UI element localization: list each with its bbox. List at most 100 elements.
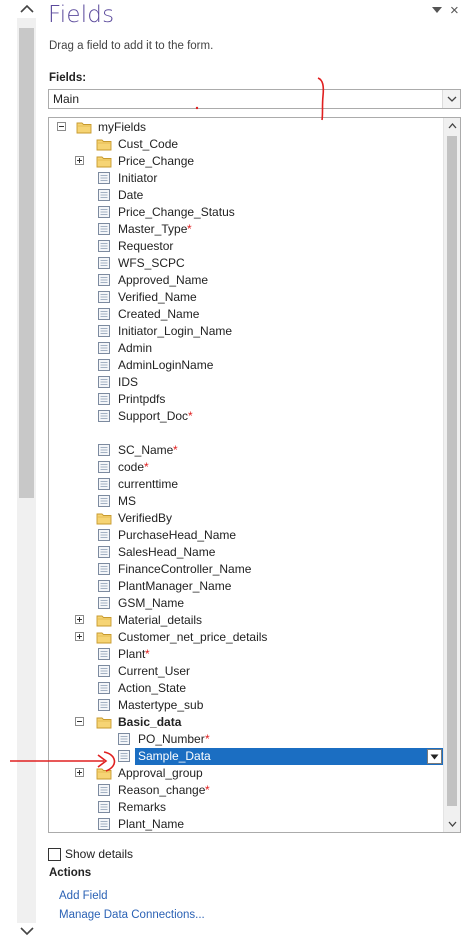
collapse-icon[interactable] xyxy=(57,122,66,131)
tree-node-myfields[interactable]: myFields xyxy=(49,119,444,136)
field-icon xyxy=(96,647,112,661)
tree-node-label: Material_details xyxy=(118,613,203,627)
tree-node-master-type[interactable]: Master_Type * xyxy=(49,221,444,238)
expand-icon[interactable] xyxy=(75,632,84,641)
tree-node-basic-data[interactable]: Basic_data xyxy=(49,714,444,731)
tree-node-label: Sample_Data xyxy=(138,749,211,763)
field-icon xyxy=(96,800,112,814)
tree-node-label: PO_Number xyxy=(138,732,205,746)
tree-node-financecontroller-name[interactable]: FinanceController_Name xyxy=(49,561,444,578)
tree-node-label: Admin xyxy=(118,341,153,355)
tree-scrollbar[interactable] xyxy=(443,118,460,832)
tree-node-action-state[interactable]: Action_State xyxy=(49,680,444,697)
data-source-select[interactable]: Main xyxy=(48,89,461,109)
expand-icon[interactable] xyxy=(75,156,84,165)
fields-task-pane: Fields × Drag a field to add it to the f… xyxy=(38,0,474,943)
tree-node-adminloginname[interactable]: AdminLoginName xyxy=(49,357,444,374)
tree-node-label: Price_Change_Status xyxy=(118,205,235,219)
folder-icon xyxy=(96,511,112,525)
tree-node-label: Approval_group xyxy=(118,766,203,780)
tree-scroll-down-icon[interactable] xyxy=(444,816,460,832)
tree-node-gsm-name[interactable]: GSM_Name xyxy=(49,595,444,612)
expand-icon[interactable] xyxy=(75,615,84,624)
tree-node-price-change-status[interactable]: Price_Change_Status xyxy=(49,204,444,221)
field-icon xyxy=(96,494,112,508)
tree-node-reason-change[interactable]: Reason_change * xyxy=(49,782,444,799)
outer-scrollbar-thumb[interactable] xyxy=(19,28,34,498)
tree-node-requestor[interactable]: Requestor xyxy=(49,238,444,255)
tree-node-ms[interactable]: MS xyxy=(49,493,444,510)
field-icon xyxy=(96,290,112,304)
tree-node-date[interactable]: Date xyxy=(49,187,444,204)
tree-node-purchasehead-name[interactable]: PurchaseHead_Name xyxy=(49,527,444,544)
field-icon xyxy=(96,324,112,338)
tree-node-printpdfs[interactable]: Printpdfs xyxy=(49,391,444,408)
tree-node-ids[interactable]: IDS xyxy=(49,374,444,391)
tree-node-currenttime[interactable]: currenttime xyxy=(49,476,444,493)
tree-node-material-details[interactable]: Material_details xyxy=(49,612,444,629)
tree-node-plant[interactable]: Plant * xyxy=(49,646,444,663)
tree-node-customer-net-price-details[interactable]: Customer_net_price_details xyxy=(49,629,444,646)
tree-node-label: Requestor xyxy=(118,239,174,253)
tree-scrollbar-thumb[interactable] xyxy=(447,136,457,806)
tree-node-label: Initiator_Login_Name xyxy=(118,324,233,338)
required-asterisk: * xyxy=(187,222,192,236)
tree-node-label: Plant_Name xyxy=(118,817,185,831)
chevron-down-icon[interactable] xyxy=(442,90,460,108)
field-icon xyxy=(96,783,112,797)
tree-node-label: GSM_Name xyxy=(118,596,185,610)
tree-node-current-user[interactable]: Current_User xyxy=(49,663,444,680)
tree-node-mastertype-sub[interactable]: Mastertype_sub xyxy=(49,697,444,714)
required-asterisk: * xyxy=(145,647,150,661)
tree-node-initiator-login-name[interactable]: Initiator_Login_Name xyxy=(49,323,444,340)
tree-node-verifiedby[interactable]: VerifiedBy xyxy=(49,510,444,527)
field-menu-dropdown-icon[interactable] xyxy=(427,749,442,764)
tree-node-code[interactable]: code * xyxy=(49,459,444,476)
tree-node-label: PlantManager_Name xyxy=(118,579,232,593)
tree-node-saleshead-name[interactable]: SalesHead_Name xyxy=(49,544,444,561)
field-icon xyxy=(96,256,112,270)
tree-node-label: code xyxy=(118,460,145,474)
manage-data-connections-link[interactable]: Manage Data Connections... xyxy=(59,909,205,921)
required-asterisk: * xyxy=(144,460,149,474)
annotation-bracket-mark xyxy=(317,77,325,121)
tree-node-remarks[interactable]: Remarks xyxy=(49,799,444,816)
tree-node-label: Customer_net_price_details xyxy=(118,630,268,644)
required-asterisk: * xyxy=(205,783,210,797)
pane-options-arrow-icon[interactable] xyxy=(431,6,443,14)
show-details-checkbox[interactable]: Show details xyxy=(48,846,133,862)
tree-node-sc-name[interactable]: SC_Name * xyxy=(49,442,444,459)
tree-node-plantmanager-name[interactable]: PlantManager_Name xyxy=(49,578,444,595)
tree-node-label: Price_Change xyxy=(118,154,195,168)
field-tree[interactable]: myFields Cust_Code Price_Change Initiator Da… xyxy=(48,117,461,833)
field-icon xyxy=(96,222,112,236)
field-icon xyxy=(96,460,112,474)
collapse-icon[interactable] xyxy=(75,717,84,726)
show-details-label: Show details xyxy=(65,847,134,861)
field-icon xyxy=(96,681,112,695)
field-icon xyxy=(96,307,112,321)
scroll-up-arrow-icon[interactable] xyxy=(17,0,36,18)
tree-node-label: IDS xyxy=(118,375,139,389)
tree-node-initiator[interactable]: Initiator xyxy=(49,170,444,187)
outer-scrollbar[interactable] xyxy=(0,0,38,943)
tree-node-wfs-scpc[interactable]: WFS_SCPC xyxy=(49,255,444,272)
scroll-down-arrow-icon[interactable] xyxy=(17,922,36,940)
tree-node-verified-name[interactable]: Verified_Name xyxy=(49,289,444,306)
tree-node-created-name[interactable]: Created_Name xyxy=(49,306,444,323)
tree-node-price-change[interactable]: Price_Change xyxy=(49,153,444,170)
tree-node-admin[interactable]: Admin xyxy=(49,340,444,357)
tree-node-cust-code[interactable]: Cust_Code xyxy=(49,136,444,153)
tree-scroll-up-icon[interactable] xyxy=(444,118,460,134)
tree-node-label: Printpdfs xyxy=(118,392,166,406)
field-icon xyxy=(96,375,112,389)
close-icon[interactable]: × xyxy=(450,2,459,19)
tree-node-plant-name[interactable]: Plant_Name xyxy=(49,816,444,832)
add-field-link[interactable]: Add Field xyxy=(59,890,108,902)
tree-node-approved-name[interactable]: Approved_Name xyxy=(49,272,444,289)
checkbox-icon[interactable] xyxy=(48,847,61,861)
tree-node-label: currenttime xyxy=(118,477,179,491)
field-icon xyxy=(96,205,112,219)
tree-node-support-doc[interactable]: Support_Doc * xyxy=(49,408,444,425)
